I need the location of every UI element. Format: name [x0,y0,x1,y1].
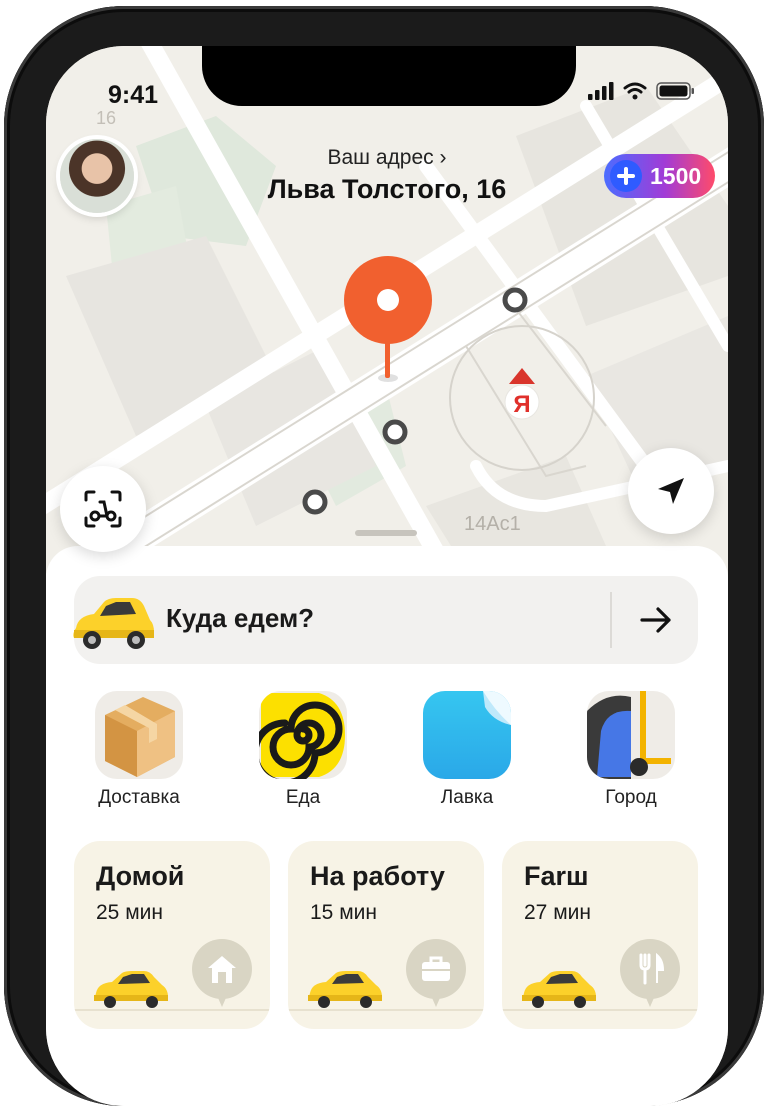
home-icon [192,939,252,999]
spiral-icon [259,691,347,779]
app-screen: Я 14Ас1 16 9:41 Ваш адрес › Льва Толстог… [46,46,728,1106]
shortcut-home[interactable]: Домой 25 мин [74,841,270,1029]
service-label: Еда [285,787,321,808]
status-time: 9:41 [108,81,159,109]
services-row: Доставка Еда Лавка Город [74,691,698,821]
pin-tail [429,991,443,1007]
search-divider [610,592,612,648]
taxi-car-icon [522,971,596,1008]
building-label: 14Ас1 [464,513,521,535]
taxi-car-icon [73,598,154,649]
plus-points-value: 1500 [650,162,702,189]
taxi-car-icon [94,971,168,1008]
fork-knife-icon [620,939,680,999]
scan-scooter-button[interactable] [60,466,146,552]
shortcut-eta: 25 мин [96,901,163,924]
taxi-car-icon [308,971,382,1008]
phone-notch [202,46,576,106]
shortcut-restaurant[interactable]: Farш 27 мин [502,841,698,1029]
phone-frame: Я 14Ас1 16 9:41 Ваш адрес › Льва Толстог… [0,0,768,1106]
my-location-button[interactable] [628,448,714,534]
navigation-arrow-icon [658,478,684,504]
shortcut-title: Farш [524,861,589,891]
shortcut-title: На работу [310,861,445,891]
briefcase-icon [406,939,466,999]
shortcut-cards: Домой 25 мин На работу 15 мин Farш 27 ми… [74,841,698,1031]
pin-tail [215,991,229,1007]
scooter-icon [587,691,675,779]
service-delivery[interactable]: Доставка [74,691,204,809]
sheet-grabber[interactable] [355,530,417,536]
wifi-icon [623,82,647,100]
bottom-sheet: Куда едем? Доставка Еда Лавка Город Домо… [46,546,728,1106]
destination-search-label: Куда едем? [166,603,315,633]
road-line [74,1009,270,1011]
page-curl-icon [423,691,511,779]
shortcut-title: Домой [96,861,185,891]
service-label: Лавка [440,787,494,808]
plus-points-badge[interactable]: 1500 [604,154,716,198]
road-line [502,1009,698,1011]
arrow-right-icon[interactable] [638,602,674,638]
signal-icon [588,82,614,100]
destination-search-bar[interactable]: Куда едем? [73,576,698,664]
pin-tail [643,991,657,1007]
scan-qr-icon [84,490,122,528]
plus-icon [610,160,642,192]
road-line [288,1009,484,1011]
service-city[interactable]: Город [566,691,696,809]
box-icon [95,691,183,779]
service-label: Доставка [98,787,180,808]
service-food[interactable]: Еда [238,691,368,809]
yandex-logo-letter: Я [513,391,530,418]
service-label: Город [605,787,657,808]
shortcut-work[interactable]: На работу 15 мин [288,841,484,1029]
shortcut-eta: 27 мин [524,901,591,924]
battery-icon [656,82,694,100]
shortcut-eta: 15 мин [310,901,377,924]
status-icons [588,82,696,100]
service-lavka[interactable]: Лавка [402,691,532,809]
